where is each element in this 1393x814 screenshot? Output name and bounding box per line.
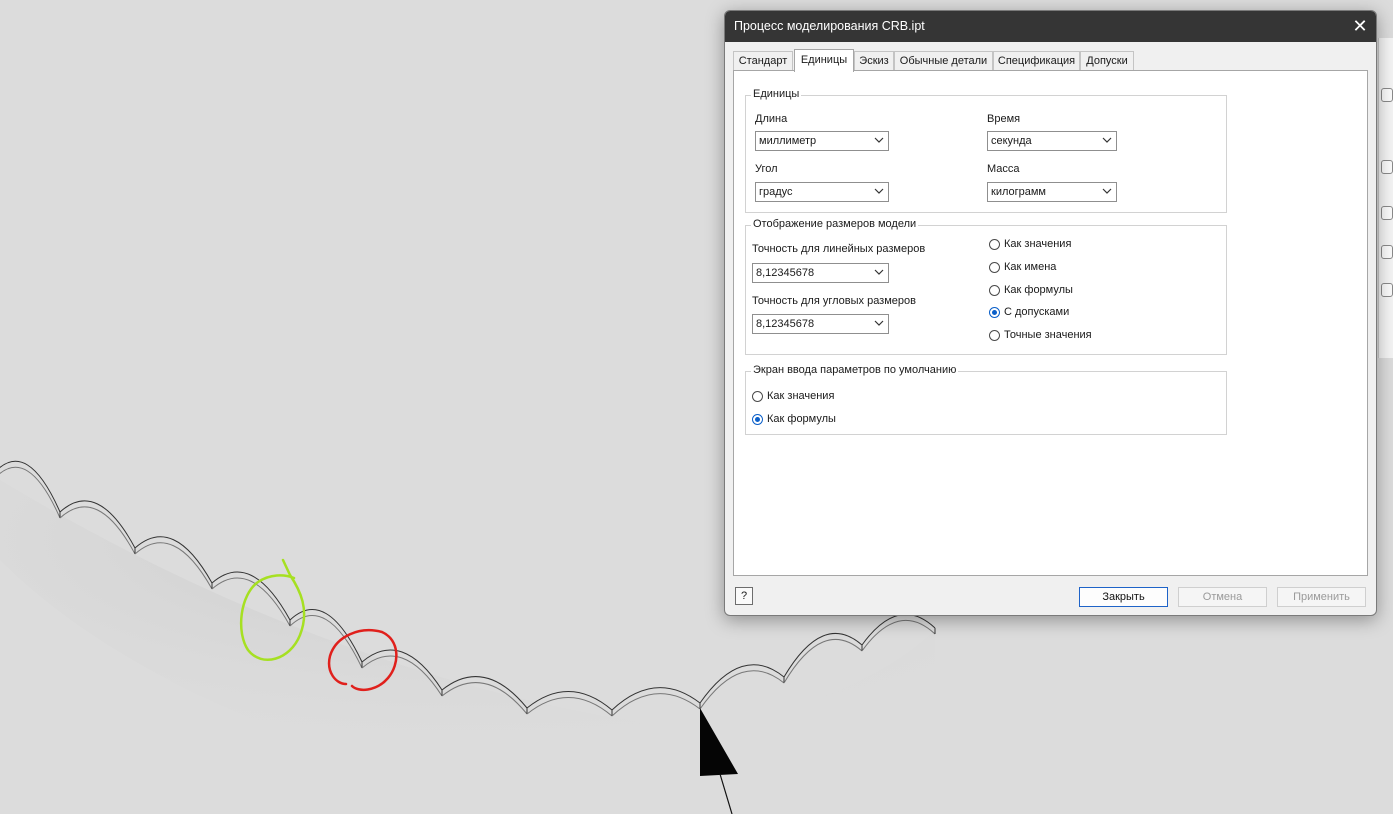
scallop-arc: [611, 687, 701, 711]
radio-label: Как формулы: [767, 413, 836, 425]
units-group-title: Единицы: [751, 88, 802, 100]
mass-unit-value: килограмм: [991, 186, 1046, 198]
chevron-down-icon: [1102, 188, 1112, 194]
radio-button-selected: [752, 414, 763, 425]
view-cube-icon[interactable]: [1381, 160, 1393, 174]
nav-icon[interactable]: [1381, 88, 1393, 102]
cancel-button[interactable]: Отмена: [1178, 587, 1267, 607]
time-unit-select[interactable]: секунда: [987, 131, 1117, 151]
tab-sketch[interactable]: Эскиз: [854, 51, 894, 71]
scallop-arc-lower: [783, 638, 863, 684]
units-tab-panel: Единицы Длина миллиметр Время секунда Уг…: [733, 70, 1368, 576]
mass-unit-select[interactable]: килограмм: [987, 182, 1117, 202]
angular-precision-value: 8,12345678: [756, 318, 815, 330]
scallop-arc-lower: [611, 693, 701, 717]
dimension-display-title: Отображение размеров модели: [751, 218, 919, 230]
close-button[interactable]: Закрыть: [1079, 587, 1168, 607]
navigation-toolbar: [1378, 38, 1393, 358]
units-group: Единицы Длина миллиметр Время секунда Уг…: [745, 88, 1227, 213]
tab-part-modeling[interactable]: Обычные детали: [894, 51, 993, 71]
document-settings-dialog: Процесс моделирования CRB.ipt ✕ Стандарт…: [724, 10, 1377, 616]
linear-precision-select[interactable]: 8,12345678: [752, 263, 889, 283]
angular-precision-label: Точность для угловых размеров: [752, 295, 916, 307]
chevron-down-icon: [874, 269, 884, 275]
pan-icon[interactable]: [1381, 206, 1393, 220]
apply-button[interactable]: Применить: [1277, 587, 1366, 607]
dialog-titlebar[interactable]: Процесс моделирования CRB.ipt ✕: [725, 11, 1376, 42]
radio-label: С допусками: [1004, 306, 1070, 318]
length-unit-select[interactable]: миллиметр: [755, 131, 889, 151]
scallop-arc: [783, 632, 863, 678]
dimension-display-group: Отображение размеров модели Точность для…: [745, 218, 1227, 355]
length-label: Длина: [755, 113, 788, 125]
radio-button: [752, 391, 763, 402]
radio-button: [989, 239, 1000, 250]
length-unit-value: миллиметр: [759, 135, 817, 147]
angle-unit-select[interactable]: градус: [755, 182, 889, 202]
angle-label: Угол: [755, 163, 778, 175]
chevron-down-icon: [874, 320, 884, 326]
zoom-icon[interactable]: [1381, 245, 1393, 259]
radio-label: Точные значения: [1004, 329, 1092, 341]
chevron-down-icon: [874, 188, 884, 194]
tab-units[interactable]: Единицы: [794, 49, 854, 72]
chevron-down-icon: [1102, 137, 1112, 143]
radio-label: Как значения: [1004, 238, 1072, 250]
mass-label: Масса: [987, 163, 1020, 175]
angle-unit-value: градус: [759, 186, 793, 198]
help-icon[interactable]: ?: [735, 587, 753, 605]
time-unit-value: секунда: [991, 135, 1032, 147]
scallop-arc: [699, 664, 785, 704]
radio-label: Как формулы: [1004, 284, 1073, 296]
close-icon[interactable]: ✕: [1344, 11, 1376, 42]
radio-button: [989, 285, 1000, 296]
time-label: Время: [987, 113, 1021, 125]
orbit-icon[interactable]: [1381, 283, 1393, 297]
radio-label: Как значения: [767, 390, 835, 402]
parameter-input-title: Экран ввода параметров по умолчанию: [751, 364, 959, 376]
scallop-arc-lower: [699, 670, 785, 710]
tab-bill-of-materials[interactable]: Спецификация: [993, 51, 1080, 71]
radio-button-selected: [989, 307, 1000, 318]
chevron-down-icon: [874, 137, 884, 143]
radio-button: [989, 262, 1000, 273]
radio-label: Как имена: [1004, 261, 1057, 273]
dialog-title: Процесс моделирования CRB.ipt: [734, 19, 925, 33]
tab-tolerances[interactable]: Допуски: [1080, 51, 1134, 71]
radio-button: [989, 330, 1000, 341]
linear-precision-value: 8,12345678: [756, 267, 815, 279]
parameter-input-group: Экран ввода параметров по умолчанию Как …: [745, 364, 1227, 435]
linear-precision-label: Точность для линейных размеров: [752, 243, 926, 255]
tab-standard[interactable]: Стандарт: [733, 51, 793, 71]
angular-precision-select[interactable]: 8,12345678: [752, 314, 889, 334]
